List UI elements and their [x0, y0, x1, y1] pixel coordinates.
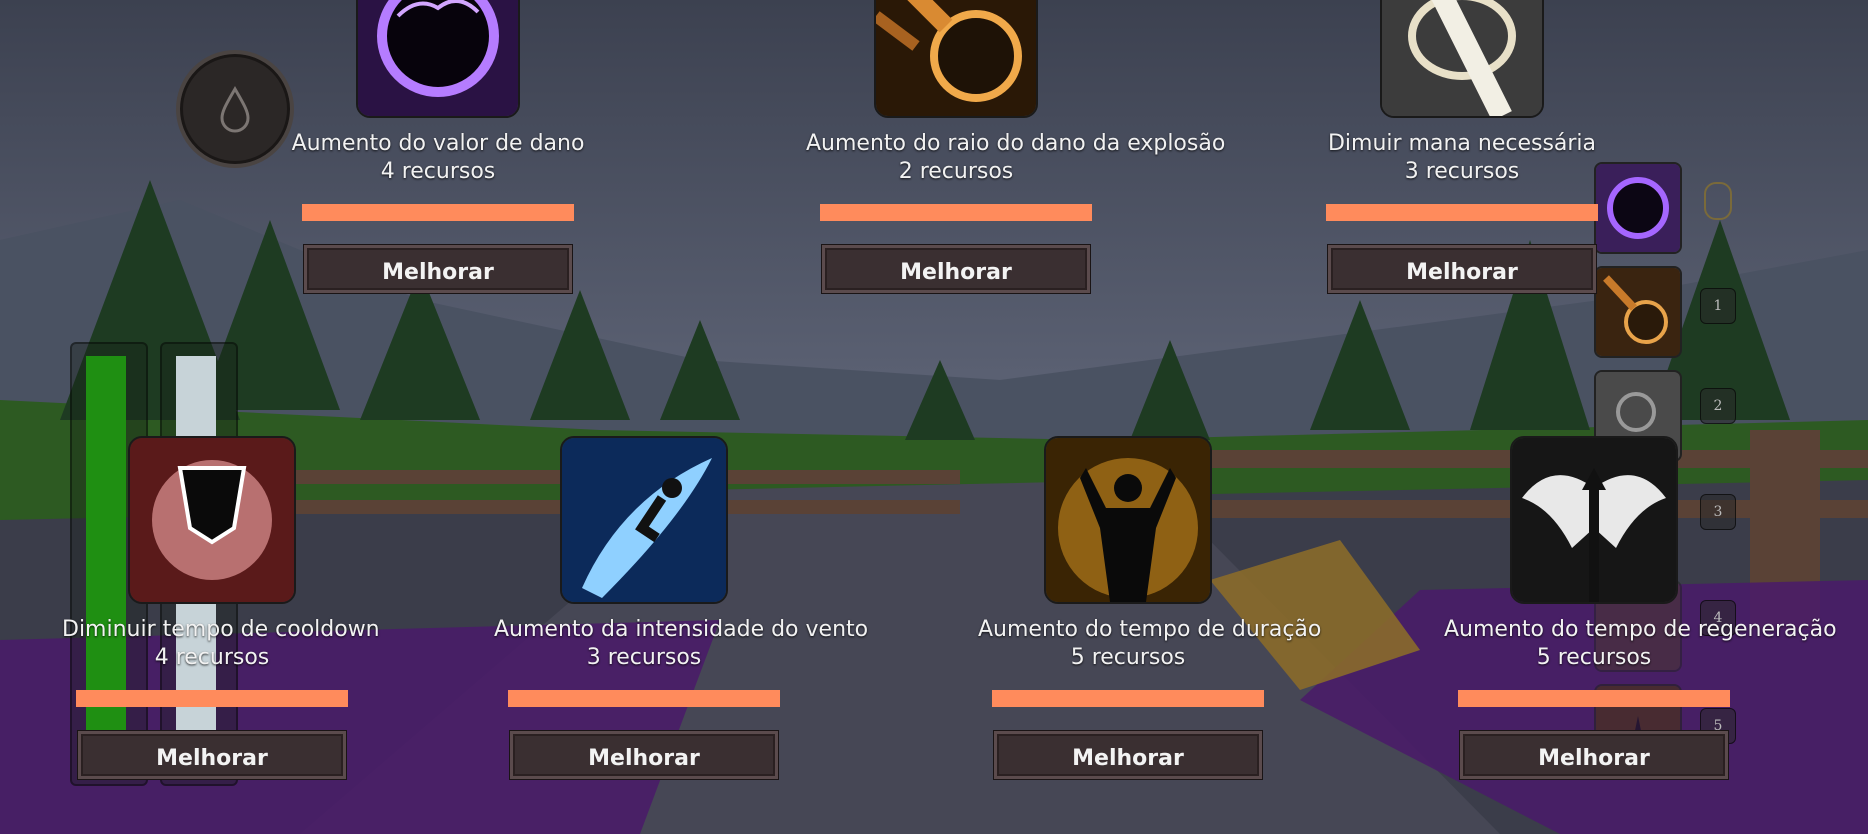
- wind-dash-icon: [560, 436, 728, 604]
- upgrade-cost: 3 recursos: [1404, 159, 1520, 184]
- mouse-icon: [1704, 182, 1732, 220]
- upgrade-card-duration: Aumento do tempo de duração 5 recursos M…: [978, 436, 1322, 779]
- hotkey-1: 1: [1700, 288, 1736, 324]
- angel-wings-icon: [1510, 436, 1678, 604]
- upgrade-title: Aumento do valor de dano: [291, 131, 585, 156]
- upgrade-progress-bar: [1458, 690, 1730, 707]
- upgrade-cost: 4 recursos: [154, 645, 270, 670]
- water-drop-icon: [220, 86, 250, 133]
- upgrade-title: Aumento do raio do dano da explosão: [806, 131, 1226, 156]
- upgrade-title: Dimuir mana necessária: [1327, 131, 1597, 156]
- upgrade-card-cooldown: Diminuir tempo de cooldown 4 recursos Me…: [62, 436, 380, 779]
- hotkey-2: 2: [1700, 388, 1736, 424]
- upgrade-progress-bar: [508, 690, 780, 707]
- upgrade-title: Aumento do tempo de regeneração: [1444, 617, 1837, 642]
- upgrade-progress-bar: [302, 204, 574, 221]
- upgrade-cooldown-button[interactable]: Melhorar: [78, 731, 346, 779]
- upgrade-card-explosion: Aumento do raio do dano da explosão 2 re…: [806, 0, 1226, 293]
- light-ray-icon: [1380, 0, 1544, 118]
- power-figure-icon: [1044, 436, 1212, 604]
- upgrade-damage-button[interactable]: Melhorar: [304, 245, 572, 293]
- upgrade-card-damage: Aumento do valor de dano 4 recursos Melh…: [288, 0, 588, 293]
- shattered-hand-icon: [128, 436, 296, 604]
- upgrade-mana-button[interactable]: Melhorar: [1328, 245, 1596, 293]
- upgrade-progress-bar: [76, 690, 348, 707]
- upgrade-cost: 5 recursos: [1536, 645, 1652, 670]
- upgrade-card-mana: Dimuir mana necessária 3 recursos Melhor…: [1312, 0, 1612, 293]
- upgrade-card-regeneration: Aumento do tempo de regeneração 5 recurs…: [1444, 436, 1837, 779]
- upgrade-explosion-button[interactable]: Melhorar: [822, 245, 1090, 293]
- void-orb-icon: [356, 0, 520, 118]
- upgrade-duration-button[interactable]: Melhorar: [994, 731, 1262, 779]
- upgrade-card-wind: Aumento da intensidade do vento 3 recurs…: [494, 436, 869, 779]
- upgrade-progress-bar: [820, 204, 1092, 221]
- upgrade-cost: 2 recursos: [898, 159, 1014, 184]
- upgrade-wind-button[interactable]: Melhorar: [510, 731, 778, 779]
- upgrade-cost: 4 recursos: [380, 159, 496, 184]
- upgrade-cost: 5 recursos: [1070, 645, 1186, 670]
- upgrade-title: Diminuir tempo de cooldown: [62, 617, 380, 642]
- meteor-icon: [874, 0, 1038, 118]
- upgrade-cost: 3 recursos: [586, 645, 702, 670]
- upgrade-regeneration-button[interactable]: Melhorar: [1460, 731, 1728, 779]
- upgrade-title: Aumento do tempo de duração: [978, 617, 1322, 642]
- upgrade-progress-bar: [1326, 204, 1598, 221]
- upgrade-progress-bar: [992, 690, 1264, 707]
- element-badge[interactable]: [176, 50, 294, 168]
- upgrade-title: Aumento da intensidade do vento: [494, 617, 869, 642]
